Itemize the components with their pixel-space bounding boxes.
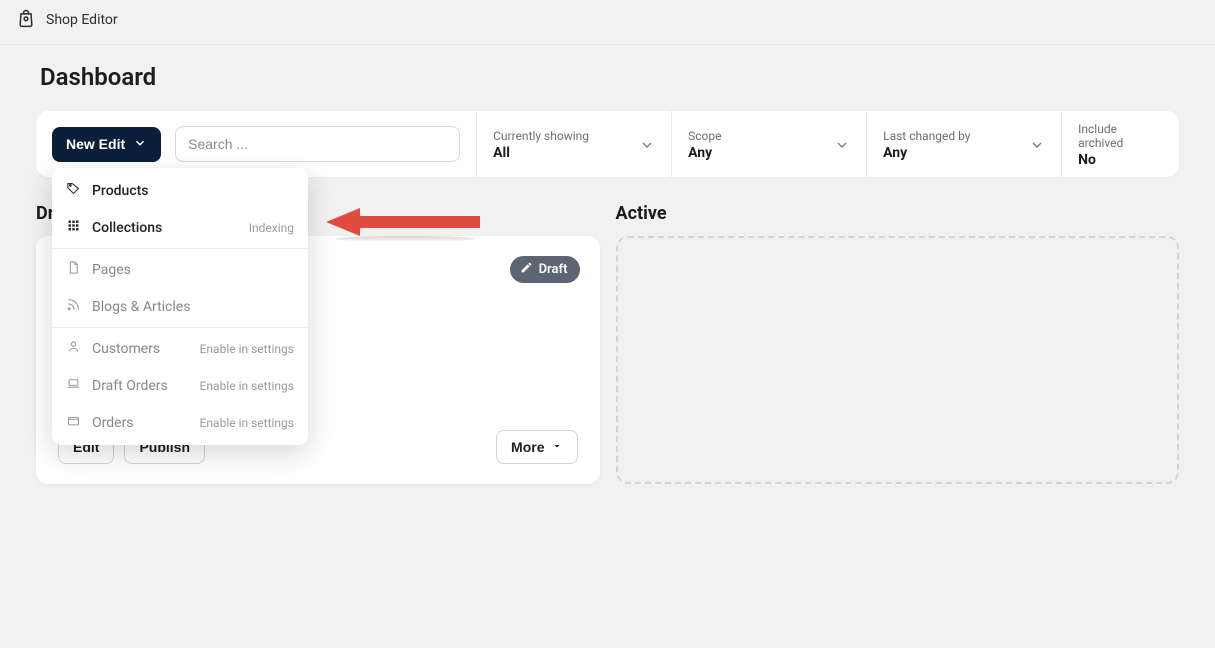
person-icon [66, 339, 81, 358]
more-button[interactable]: More [496, 430, 577, 464]
app-logo-icon [16, 8, 36, 32]
dropdown-item-products[interactable]: Products [52, 172, 308, 209]
tag-icon [66, 181, 81, 200]
filter-currently-showing[interactable]: Currently showing All [476, 111, 671, 177]
grid-icon [66, 218, 81, 237]
chevron-down-icon [133, 136, 147, 153]
box-icon [66, 413, 81, 432]
app-title: Shop Editor [46, 12, 118, 28]
page-icon [66, 260, 81, 279]
dropdown-item-blogs[interactable]: Blogs & Articles [52, 288, 308, 325]
dropdown-item-draft-orders: Draft Orders Enable in settings [52, 367, 308, 404]
caret-down-icon [551, 439, 563, 455]
chevron-down-icon [639, 137, 655, 153]
new-edit-button[interactable]: New Edit [52, 127, 161, 162]
dropdown-item-orders: Orders Enable in settings [52, 404, 308, 441]
new-edit-dropdown: Products Collections Indexing Pages Blog… [52, 168, 308, 445]
filter-last-changed-by[interactable]: Last changed by Any [866, 111, 1061, 177]
dropdown-separator [52, 248, 308, 249]
page-title: Dashboard [40, 63, 1175, 91]
pencil-icon [520, 261, 533, 278]
indexing-hint: Indexing [249, 221, 294, 235]
dropdown-separator [52, 327, 308, 328]
dropdown-item-pages[interactable]: Pages [52, 251, 308, 288]
dropdown-item-collections[interactable]: Collections Indexing [52, 209, 308, 246]
chevron-down-icon [834, 137, 850, 153]
search-input[interactable] [175, 126, 460, 162]
laptop-icon [66, 376, 81, 395]
status-badge-draft: Draft [510, 256, 580, 283]
filter-scope[interactable]: Scope Any [671, 111, 866, 177]
active-heading: Active [616, 203, 1180, 224]
filter-include-archived[interactable]: Include archived No [1061, 111, 1179, 177]
rss-icon [66, 297, 81, 316]
dropdown-item-customers: Customers Enable in settings [52, 330, 308, 367]
active-dropzone [616, 236, 1180, 484]
chevron-down-icon [1029, 137, 1045, 153]
